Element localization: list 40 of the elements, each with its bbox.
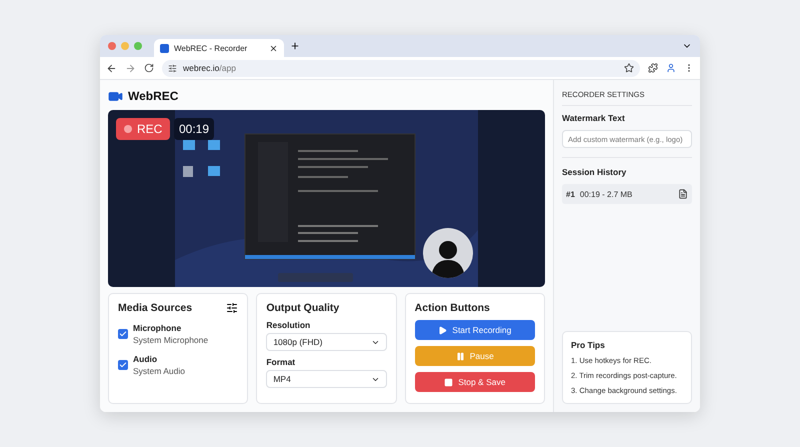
- bookmark-star-icon[interactable]: [624, 63, 634, 73]
- pause-icon: [456, 352, 465, 360]
- dropdown[interactable]: 1080p (FHD): [266, 333, 387, 351]
- stop-button[interactable]: Stop & Save: [414, 372, 535, 392]
- address-bar[interactable]: webrec.io/app: [162, 60, 640, 76]
- section-title: Watermark Text: [562, 113, 626, 123]
- history-item[interactable]: #1 00:19 - 2.7 MB: [562, 184, 692, 204]
- file-icon[interactable]: [678, 189, 688, 199]
- url-text: webrec.io/app: [183, 63, 236, 73]
- source-sublabel: System Audio: [133, 366, 185, 376]
- field-label: Format: [266, 357, 296, 367]
- card-title: Output Quality: [266, 302, 340, 314]
- field-label: Resolution: [266, 320, 312, 330]
- source-label: Microphone: [133, 323, 182, 333]
- browser-tab[interactable]: WebREC - Recorder: [154, 39, 284, 57]
- favicon-icon: [160, 44, 169, 52]
- stop-icon: [444, 378, 454, 386]
- source-label: Audio: [133, 354, 158, 364]
- checkbox[interactable]: [118, 360, 128, 370]
- play-icon: [438, 326, 448, 334]
- card-title: Media Sources: [118, 302, 192, 314]
- source-sublabel: System Microphone: [133, 335, 208, 345]
- forward-icon[interactable]: [125, 62, 136, 74]
- site-settings-icon[interactable]: [168, 64, 177, 72]
- tips-title: Pro Tips: [571, 340, 606, 350]
- card-title: Action Buttons: [414, 302, 491, 314]
- app-logo: WebREC: [128, 89, 178, 103]
- extensions-icon[interactable]: [648, 63, 658, 73]
- profile-icon[interactable]: [666, 63, 676, 73]
- recording-timer: 00:19: [174, 118, 214, 140]
- settings-sliders-icon[interactable]: [226, 302, 238, 314]
- close-tab-icon[interactable]: [269, 44, 278, 52]
- section-title: Session History: [562, 167, 628, 177]
- start-button[interactable]: Start Recording: [414, 320, 535, 340]
- new-tab-icon[interactable]: [290, 41, 300, 51]
- checkbox[interactable]: [118, 329, 128, 339]
- back-icon[interactable]: [106, 62, 117, 74]
- rec-badge: REC: [116, 118, 170, 140]
- dropdown[interactable]: MP4: [266, 370, 387, 388]
- reload-icon[interactable]: [144, 63, 154, 73]
